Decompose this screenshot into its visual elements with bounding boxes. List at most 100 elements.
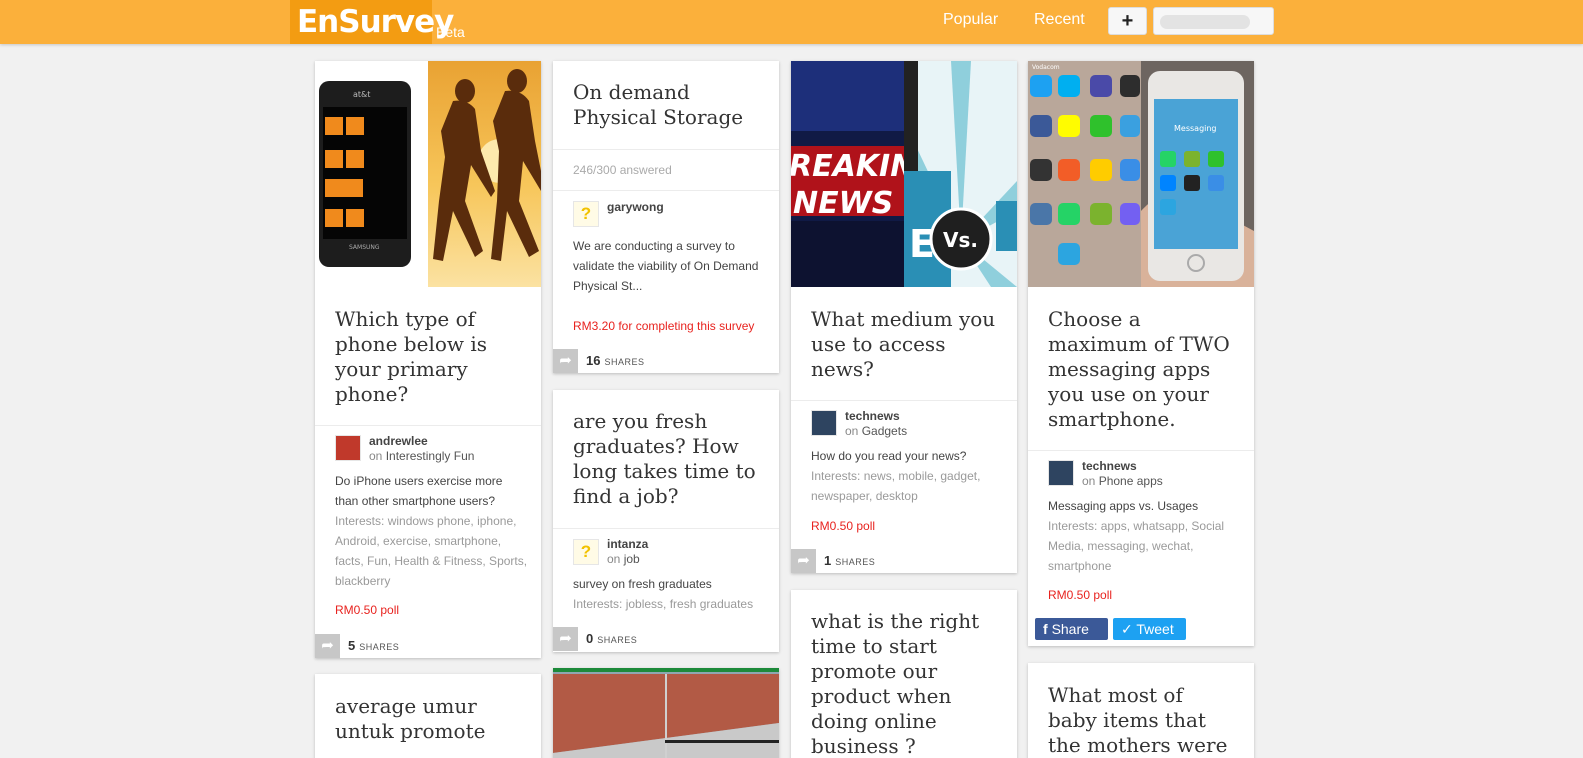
category-line: on job [607, 552, 640, 566]
survey-card: are you fresh graduates? How long takes … [553, 390, 779, 652]
survey-title[interactable]: Which type of phone below is your primar… [335, 307, 525, 407]
answered-count: 246/300 answered [573, 163, 672, 177]
share-count: 16 SHARES [586, 353, 644, 368]
facebook-share-label: Share [1051, 621, 1089, 637]
survey-interests: Interests: jobless, fresh graduates [573, 597, 754, 611]
survey-reward: RM0.50 poll [1048, 588, 1113, 602]
nav-popular-link[interactable]: Popular [943, 11, 998, 29]
survey-card: What most of baby items that the mothers… [1028, 663, 1254, 758]
building-image[interactable] [553, 668, 779, 758]
blurred-username [1160, 15, 1250, 29]
image-text: Vs. [943, 228, 978, 252]
on-text: on [369, 449, 383, 463]
messaging-apps-image: Vodacom Messaging [1028, 61, 1254, 287]
author-name[interactable]: intanza [607, 537, 648, 551]
share-count-value: 16 [586, 353, 601, 368]
beta-label: Beta [436, 24, 465, 40]
divider [553, 528, 779, 529]
facebook-share-button[interactable]: f Share [1035, 618, 1108, 640]
user-menu-button[interactable] [1153, 7, 1274, 35]
survey-interests: Interests: news, mobile, gadget, newspap… [811, 469, 981, 503]
image-text: NEWS [793, 186, 893, 221]
share-count: 1 SHARES [824, 553, 875, 568]
image-text: Vodacom [1032, 64, 1060, 71]
survey-title[interactable]: Choose a maximum of TWO messaging apps y… [1048, 307, 1238, 432]
survey-card: average umur untuk promote [315, 674, 541, 758]
share-icon[interactable]: ➦ [553, 627, 578, 651]
survey-description: Messaging apps vs. Usages [1048, 499, 1199, 513]
survey-title[interactable]: are you fresh graduates? How long takes … [573, 409, 763, 509]
share-count-value: 0 [586, 631, 594, 646]
survey-card [553, 668, 779, 758]
author-name[interactable]: andrewlee [369, 434, 428, 448]
facebook-icon: f [1043, 621, 1048, 637]
author-name[interactable]: garywong [607, 200, 664, 214]
divider [315, 425, 541, 426]
category-line: on Phone apps [1082, 474, 1163, 488]
author-avatar[interactable]: ? [573, 201, 599, 227]
author-avatar[interactable]: ? [573, 539, 599, 565]
top-navbar: EnSurvey Beta Popular Recent + [0, 0, 1583, 44]
category-link[interactable]: Interestingly Fun [386, 449, 475, 463]
survey-description: How do you read your news? [811, 449, 967, 463]
author-name[interactable]: technews [845, 409, 900, 423]
share-count-value: 1 [824, 553, 832, 568]
image-text: Messaging [1174, 124, 1217, 133]
share-count-value: 5 [348, 638, 356, 653]
survey-reward: RM0.50 poll [811, 519, 876, 533]
author-avatar[interactable] [1048, 460, 1074, 486]
twitter-icon: ✓ [1121, 621, 1133, 637]
share-label: SHARES [597, 635, 638, 645]
divider [791, 400, 1017, 401]
category-line: on Interestingly Fun [369, 449, 474, 463]
category-link[interactable]: Gadgets [862, 424, 907, 438]
survey-reward: RM0.50 poll [335, 603, 400, 617]
author-avatar[interactable] [335, 435, 361, 461]
card-image[interactable]: Vodacom Messaging [1028, 61, 1254, 287]
divider [553, 149, 779, 150]
on-text: on [845, 424, 859, 438]
survey-reward: RM3.20 for completing this survey [573, 319, 755, 333]
author-avatar[interactable] [811, 410, 837, 436]
phone-brand-text: at&t [353, 90, 370, 99]
author-name[interactable]: technews [1082, 459, 1137, 473]
category-link[interactable]: job [624, 552, 640, 566]
nav-recent-link[interactable]: Recent [1034, 11, 1085, 29]
breaking-news-image: REAKIN NEWS E Vs. [791, 61, 1017, 287]
share-label: SHARES [359, 642, 400, 652]
survey-interests: Interests: apps, whatsapp, Social Media,… [1048, 519, 1225, 573]
survey-title[interactable]: what is the right time to start promote … [811, 609, 1001, 758]
category-link[interactable]: Phone apps [1099, 474, 1163, 488]
survey-card: Vodacom Messaging Choose a maximum of TW… [1028, 61, 1254, 646]
survey-title[interactable]: What medium you use to access news? [811, 307, 1001, 382]
divider [553, 190, 779, 191]
image-text: REAKIN [791, 149, 915, 184]
divider [1028, 450, 1254, 451]
share-count: 5 SHARES [348, 638, 399, 653]
card-image[interactable]: at&t SAMSUNG [315, 61, 541, 287]
phone-maker-text: SAMSUNG [349, 244, 380, 251]
survey-card: at&t SAMSUNG Which type of phone below i… [315, 61, 541, 658]
card-image[interactable]: REAKIN NEWS E Vs. [791, 61, 1017, 287]
share-label: SHARES [835, 557, 876, 567]
site-logo[interactable]: EnSurvey [290, 0, 454, 44]
survey-card: what is the right time to start promote … [791, 590, 1017, 758]
category-line: on Gadgets [845, 424, 907, 438]
on-text: on [1082, 474, 1096, 488]
share-icon[interactable]: ➦ [791, 549, 816, 573]
twitter-tweet-button[interactable]: ✓ Tweet [1113, 618, 1186, 640]
survey-description: We are conducting a survey to validate t… [573, 239, 759, 293]
survey-card: REAKIN NEWS E Vs. What medium you use to… [791, 61, 1017, 573]
survey-card: On demand Physical Storage 246/300 answe… [553, 61, 779, 373]
on-text: on [607, 552, 621, 566]
survey-title[interactable]: average umur untuk promote [335, 694, 525, 744]
twitter-tweet-label: Tweet [1136, 621, 1174, 637]
share-icon[interactable]: ➦ [553, 349, 578, 373]
survey-description: Do iPhone users exercise more than other… [335, 474, 503, 508]
survey-title[interactable]: What most of baby items that the mothers… [1048, 683, 1238, 758]
survey-description: survey on fresh graduates [573, 577, 712, 591]
survey-title[interactable]: On demand Physical Storage [573, 80, 763, 130]
survey-interests: Interests: windows phone, iphone, Androi… [335, 514, 528, 588]
add-survey-button[interactable]: + [1108, 7, 1147, 35]
share-icon[interactable]: ➦ [315, 634, 340, 658]
